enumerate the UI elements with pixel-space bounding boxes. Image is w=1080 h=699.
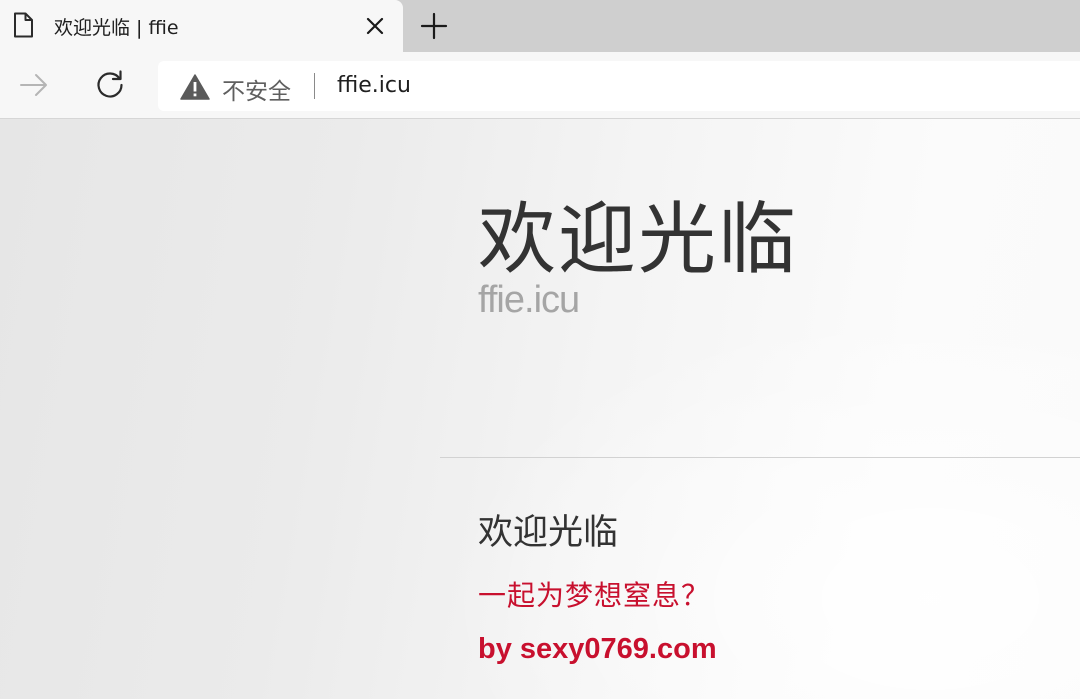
- plus-icon[interactable]: [418, 10, 450, 42]
- arrow-right-icon[interactable]: [17, 68, 51, 102]
- section-title: 欢迎光临: [478, 513, 619, 553]
- tagline: 一起为梦想窒息？: [478, 579, 711, 612]
- hero-domain: ffie.icu: [478, 279, 580, 321]
- address-bar[interactable]: 不安全 ffie.icu: [158, 61, 1080, 111]
- refresh-icon[interactable]: [93, 68, 127, 102]
- byline-link[interactable]: by sexy0769.com: [478, 633, 717, 666]
- address-divider: [314, 73, 315, 99]
- tab-title: 欢迎光临 | ffie: [54, 17, 179, 39]
- hero-title: 欢迎光临: [478, 195, 799, 285]
- url-field[interactable]: ffie.icu: [337, 73, 411, 98]
- close-icon[interactable]: [362, 13, 388, 39]
- page-viewport: 欢迎光临 ffie.icu 欢迎光临 一起为梦想窒息？ by sexy0769.…: [0, 119, 1080, 699]
- tab-strip: 欢迎光临 | ffie: [0, 0, 1080, 52]
- browser-tab[interactable]: 欢迎光临 | ffie: [0, 0, 403, 52]
- divider: [440, 457, 1080, 458]
- security-label[interactable]: 不安全: [222, 72, 291, 106]
- page-icon: [12, 12, 34, 38]
- warning-icon[interactable]: [180, 74, 210, 100]
- browser-toolbar: 不安全 ffie.icu: [0, 52, 1080, 119]
